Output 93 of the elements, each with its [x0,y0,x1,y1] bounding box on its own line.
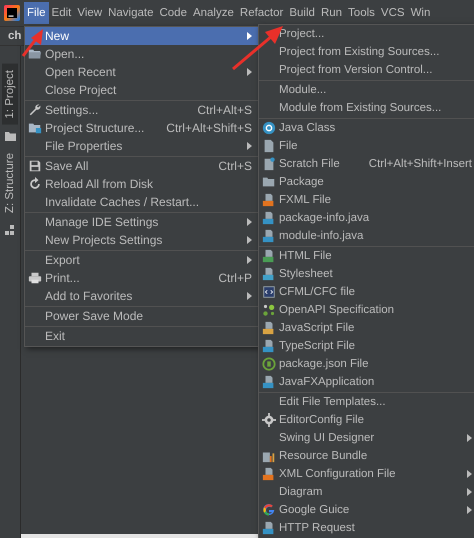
html-file-icon [262,249,276,263]
reload-icon [28,177,42,191]
menu-item[interactable]: HTML File [259,247,474,265]
menu-bar-item[interactable]: VCS [378,2,408,24]
menu-item[interactable]: package-info.java [259,209,474,227]
menu-bar-item[interactable]: Tools [345,2,378,24]
menu-item[interactable]: Exit [25,327,258,345]
menu-item[interactable]: New Projects Settings [25,231,258,249]
menu-bar-item[interactable]: Analyze [190,2,237,24]
menu-item[interactable]: Google Guice [259,501,474,519]
menu-item[interactable]: Export [25,251,258,269]
menu-item[interactable]: Module... [259,81,474,99]
google-icon [262,503,276,517]
scratch-file-icon [262,157,276,171]
menu-item[interactable]: Add to Favorites [25,287,258,305]
structure-icon[interactable] [5,224,15,235]
menu-item[interactable]: module-info.java [259,227,474,245]
menu-item[interactable]: Package [259,173,474,191]
folder-icon[interactable] [4,130,16,141]
menu-item[interactable]: Invalidate Caches / Restart... [25,193,258,211]
menu-item[interactable]: Module from Existing Sources... [259,99,474,117]
javascript-file-icon [262,321,276,335]
shortcut-label: Ctrl+Alt+Shift+Insert [368,158,472,170]
wrench-icon [28,103,42,117]
menu-item[interactable]: OpenAPI Specification [259,301,474,319]
menu-item[interactable]: EditorConfig File [259,411,474,429]
save-icon [28,159,42,173]
menu-item[interactable]: New [25,27,258,45]
menu-bar-item[interactable]: Build [286,2,318,24]
app-logo-icon[interactable] [4,5,20,21]
api-file-icon [262,521,276,535]
menu-bar-item[interactable]: Edit [48,2,74,24]
fxml-file-icon [262,193,276,207]
cfml-file-icon [262,285,276,299]
menu-item[interactable]: Open... [25,45,258,63]
menu-item[interactable]: Power Save Mode [25,307,258,325]
menu-bar-item[interactable]: Code [156,2,190,24]
stylesheet-icon [262,267,276,281]
menu-item[interactable]: Print... Ctrl+P [25,269,258,287]
menu-item[interactable]: Reload All from Disk [25,175,258,193]
class-icon [262,121,276,135]
menu-bar-item[interactable]: View [74,2,106,24]
folder-icon [262,175,276,189]
menu-bar-item[interactable]: File [24,2,49,24]
menu-item[interactable]: Save All Ctrl+S [25,157,258,175]
shortcut-label: Ctrl+S [218,159,252,173]
menu-item[interactable]: File Properties [25,137,258,155]
java-file-icon [262,211,276,225]
menu-item[interactable]: Manage IDE Settings [25,213,258,231]
menu-item[interactable]: Project... [259,25,474,43]
menu-item[interactable]: File [259,137,474,155]
tool-window-tab[interactable]: 1: Project [2,64,18,125]
menu-item[interactable]: JavaScript File [259,319,474,337]
folder-icon [28,121,42,135]
menu-item[interactable]: Scratch File Ctrl+Alt+Shift+Insert [259,155,474,173]
menu-item[interactable]: Open Recent [25,63,258,81]
menu-item[interactable]: Edit File Templates... [259,393,474,411]
editor-tab[interactable]: ch [6,30,24,42]
package-json-icon [262,357,276,371]
menu-item[interactable]: Project Structure... Ctrl+Alt+Shift+S [25,119,258,137]
menu-item[interactable]: Java Class [259,119,474,137]
printer-icon [28,271,42,285]
menu-bar-item[interactable]: Refactor [236,2,286,24]
annotation-arrow [22,29,43,57]
shortcut-label: Ctrl+Alt+S [197,103,252,117]
menu-bar-item[interactable]: Run [318,2,346,24]
java-file-icon [262,229,276,243]
menu-item[interactable]: package.json File [259,355,474,373]
menu-item[interactable]: TypeScript File [259,337,474,355]
menu-item[interactable]: FXML File [259,191,474,209]
menu-item[interactable]: Settings... Ctrl+Alt+S [25,101,258,119]
menu-item[interactable]: Diagram [259,483,474,501]
menu-item[interactable]: Project from Version Control... [259,61,474,79]
java-file-icon [262,375,276,389]
shortcut-label: Ctrl+P [218,271,252,285]
menu-item[interactable]: Resource Bundle [259,447,474,465]
menu-item[interactable]: Stylesheet [259,265,474,283]
tool-window-tab[interactable]: Z: Structure [2,146,18,219]
menu-item[interactable]: JavaFXApplication [259,373,474,391]
menu-bar-item[interactable]: Win [408,2,434,24]
typescript-file-icon [262,339,276,353]
file-icon [262,139,276,153]
shortcut-label: Ctrl+Alt+Shift+S [166,121,252,135]
menu-item[interactable]: Swing UI Designer [259,429,474,447]
menu-item[interactable]: Close Project [25,81,258,99]
menu-item[interactable]: Project from Existing Sources... [259,43,474,61]
menu-item[interactable]: CFML/CFC file [259,283,474,301]
menu-bar-item[interactable]: Navigate [105,2,156,24]
menu-item[interactable]: XML Configuration File [259,465,474,483]
xml-file-icon [262,467,276,481]
openapi-icon [262,303,276,317]
menu-item[interactable]: HTTP Request [259,519,474,537]
folder-icon [28,47,42,61]
